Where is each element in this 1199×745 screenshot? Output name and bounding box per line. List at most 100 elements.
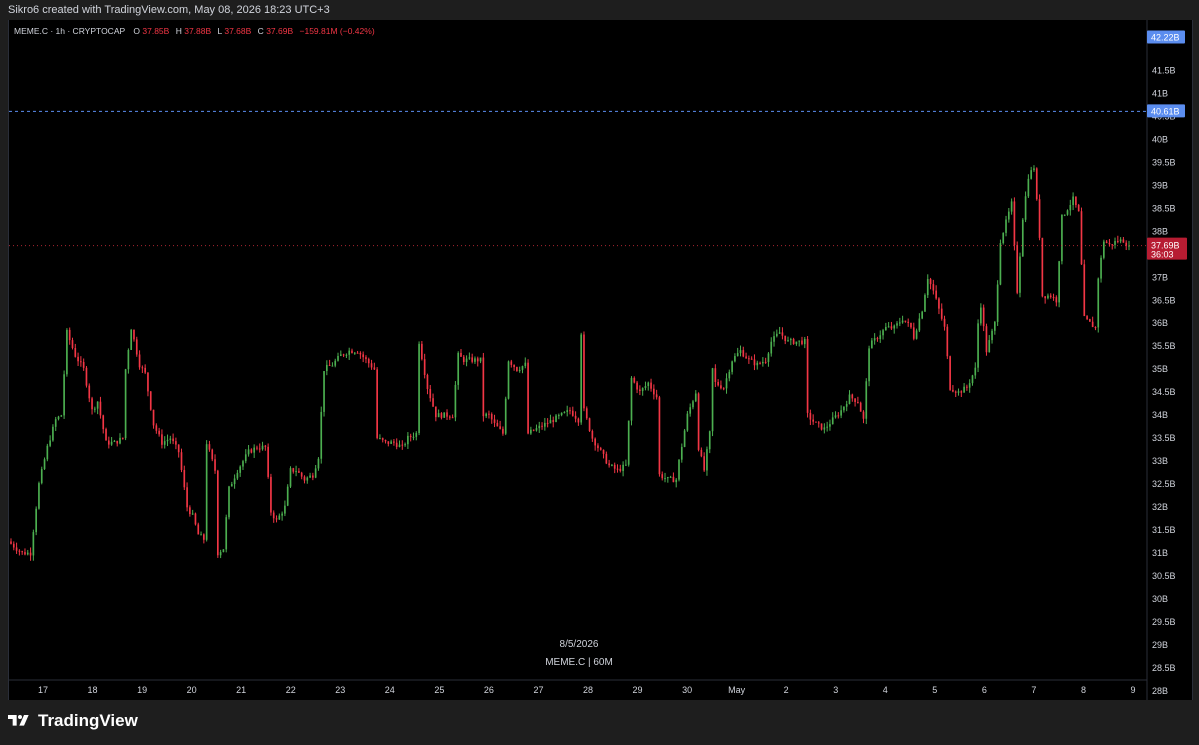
candle-body [583, 334, 585, 409]
candle-body [1016, 245, 1019, 293]
candle-body [605, 453, 608, 464]
legend-symbol: MEME.C · 1h · CRYPTOCAP [14, 26, 125, 36]
candle-body [88, 385, 91, 399]
candle-body [734, 356, 736, 362]
y-tick-label: 38.5B [1152, 203, 1176, 213]
candle-body [138, 354, 141, 368]
candle-body [264, 445, 267, 447]
x-tick-label: 4 [883, 685, 888, 695]
candle-body [613, 464, 616, 469]
candle-body [292, 468, 295, 472]
candle-body [1030, 170, 1033, 179]
candle-body [544, 422, 546, 427]
candle-body [1041, 237, 1044, 297]
candle-body [658, 397, 661, 475]
candle-body [119, 437, 121, 444]
candle-body [328, 364, 331, 366]
y-tick-label: 37B [1152, 272, 1168, 282]
candle-body [879, 335, 882, 339]
candle-body [518, 369, 521, 371]
candle-body [18, 550, 21, 552]
candle-body [767, 353, 770, 362]
y-tick-label: 33.5B [1152, 433, 1176, 443]
brand-name: TradingView [38, 711, 138, 730]
candle-body [225, 517, 228, 550]
candle-body [102, 415, 105, 430]
candle-body [700, 449, 703, 457]
candle-body [152, 409, 155, 426]
candle-body [890, 326, 893, 329]
candle-body [1083, 264, 1086, 317]
candle-body [379, 438, 381, 440]
candle-body [471, 357, 474, 362]
candle-body [21, 551, 24, 553]
candle-body [599, 448, 602, 450]
candle-body [577, 418, 580, 423]
x-tick-label: 20 [187, 685, 197, 695]
candle-body [325, 364, 328, 372]
candle-body [692, 401, 694, 408]
candle-body [253, 447, 256, 453]
candle-body [161, 434, 163, 445]
time-axis: 17 18 19 20 21 22 23 24 25 26 27 28 29 30 May 2 3 4 5 6 7 8 9 [38, 685, 1136, 695]
candle-body [303, 476, 306, 481]
candle-body [309, 475, 311, 478]
candle-body [1105, 241, 1108, 243]
price-badges: 42.22B40.61B37.69B36:03 [9, 30, 1187, 260]
candle-body [739, 350, 742, 354]
candle-body [546, 422, 549, 424]
candle-body [706, 449, 708, 471]
candle-body [127, 350, 130, 370]
candle-body [306, 477, 309, 481]
candle-body [415, 433, 418, 437]
candle-body [412, 436, 415, 438]
y-tick-label: 30.5B [1152, 571, 1176, 581]
candle-body [504, 398, 507, 434]
y-tick-label: 28.5B [1152, 663, 1176, 673]
candle-body [468, 357, 471, 359]
chart-pane[interactable]: 28B 28.5B 29B 29.5B 30B 30.5B 31B 31.5B 32B 32.5B… [8, 20, 1193, 700]
candle-body [1066, 210, 1069, 215]
candle-body [627, 420, 630, 465]
candle-body [222, 549, 225, 553]
candle-body [488, 413, 490, 415]
candle-body [1097, 278, 1100, 328]
candle-body [147, 372, 149, 392]
candle-body [728, 371, 731, 379]
candle-body [448, 416, 451, 418]
candle-body [789, 339, 792, 341]
candle-body [404, 444, 406, 446]
candle-body [535, 428, 538, 431]
candle-body [365, 357, 367, 360]
candle-body [180, 452, 183, 470]
candle-body [172, 438, 174, 442]
candle-body [384, 439, 387, 442]
candle-body [1027, 178, 1030, 197]
candle-body [286, 486, 289, 506]
candle-body [823, 427, 826, 430]
candle-body [597, 445, 599, 449]
tradingview-logo[interactable]: TradingView [8, 711, 138, 731]
candle-body [994, 321, 996, 331]
candle-body [359, 352, 362, 355]
candle-body [144, 367, 146, 373]
candle-body [966, 386, 968, 388]
x-tick-label: 2 [784, 685, 789, 695]
x-tick-label: 30 [682, 685, 692, 695]
candle-body [943, 318, 946, 327]
candle-body [1038, 199, 1041, 238]
candle-body [655, 394, 658, 398]
candle-body [1063, 214, 1066, 216]
candle-body [149, 391, 152, 410]
price-chart[interactable]: 28B 28.5B 29B 29.5B 30B 30.5B 31B 31.5B 32B 32.5B… [9, 20, 1192, 700]
candle-body [82, 362, 85, 368]
candle-body [555, 415, 557, 422]
candle-body [622, 464, 624, 471]
candle-body [110, 441, 113, 445]
candle-body [437, 413, 440, 418]
candle-body [1100, 257, 1102, 279]
candle-body [1002, 232, 1005, 244]
price-badge-label: 40.61B [1151, 106, 1180, 116]
candle-body [314, 468, 317, 478]
candle-body [211, 449, 214, 460]
